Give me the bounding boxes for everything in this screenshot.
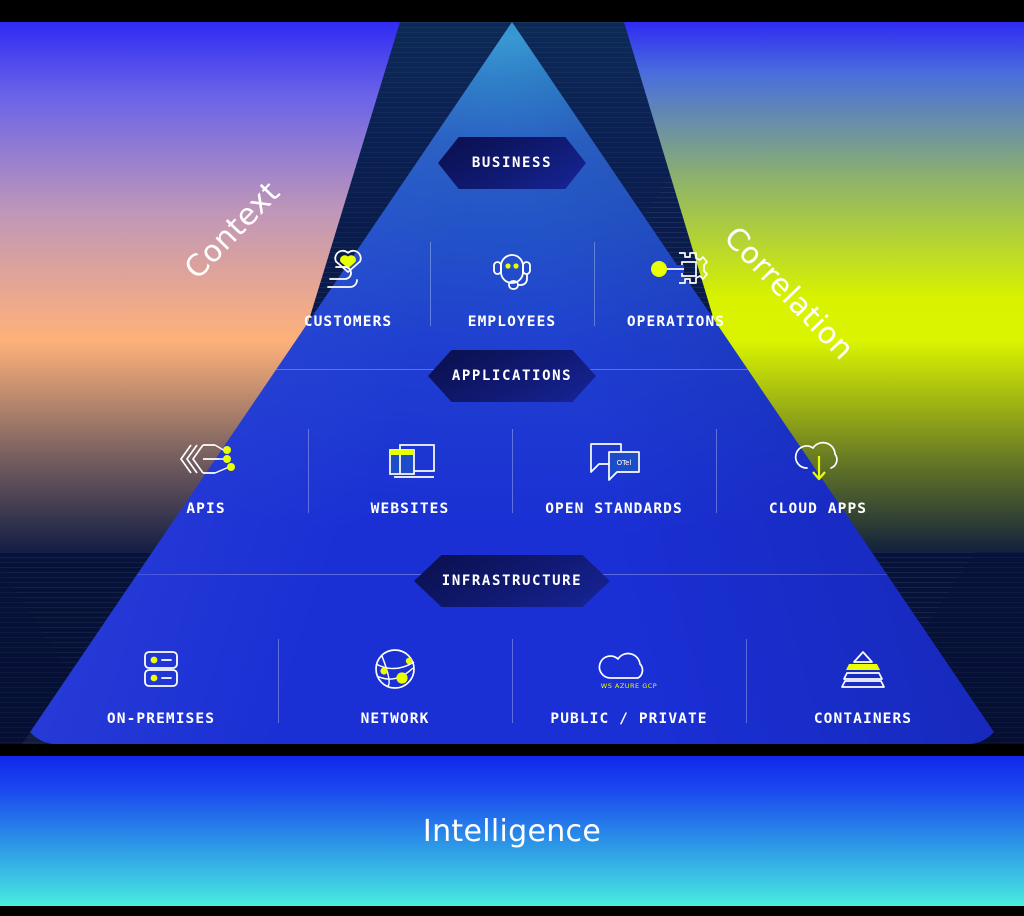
cloud-providers-icon: WS AZURE GCP [593, 637, 665, 701]
item-on-premises[interactable]: ON-PREMISES [44, 637, 278, 727]
item-label: NETWORK [360, 711, 430, 727]
stacked-layers-icon [832, 637, 894, 701]
server-rack-icon [131, 637, 191, 701]
item-label: CUSTOMERS [303, 314, 393, 330]
item-network[interactable]: NETWORK [278, 637, 512, 727]
heart-hand-icon [318, 240, 378, 304]
item-label: PUBLIC / PRIVATE [550, 711, 708, 727]
tier-badge-applications[interactable]: APPLICATIONS [428, 350, 596, 402]
cloud-download-icon [787, 427, 849, 491]
item-label: CLOUD APPS [768, 501, 868, 517]
tier-badge-infrastructure[interactable]: INFRASTRUCTURE [414, 555, 610, 607]
item-label: OPERATIONS [626, 314, 726, 330]
item-label: EMPLOYEES [467, 314, 557, 330]
item-employees[interactable]: EMPLOYEES [430, 240, 594, 330]
browser-windows-icon [378, 427, 442, 491]
api-node-icon [173, 427, 239, 491]
item-label: OPEN STANDARDS [545, 501, 683, 517]
speech-bubbles-icon: OTel [581, 427, 647, 491]
item-open-standards[interactable]: OTel OPEN STANDARDS [512, 427, 716, 517]
tier-badge-business[interactable]: BUSINESS [438, 137, 586, 189]
otel-label: OTel [617, 459, 632, 467]
item-operations[interactable]: OPERATIONS [594, 240, 758, 330]
tier-row-infrastructure: ON-PREMISES NETWORK WS AZURE GCP PUBLIC … [0, 637, 1024, 727]
globe-network-icon [365, 637, 425, 701]
pyramid-scene: Context Correlation BUSINESS CUSTOMERS E… [0, 22, 1024, 744]
intelligence-band: Intelligence [0, 756, 1024, 906]
item-containers[interactable]: CONTAINERS [746, 637, 980, 727]
item-label: CONTAINERS [813, 711, 913, 727]
item-websites[interactable]: WEBSITES [308, 427, 512, 517]
tier-row-business: CUSTOMERS EMPLOYEES OPERATIONS [0, 240, 1024, 330]
gear-cog-icon [644, 240, 708, 304]
item-apis[interactable]: APIS [104, 427, 308, 517]
item-label: WEBSITES [370, 501, 450, 517]
item-label: ON-PREMISES [106, 711, 216, 727]
item-label: APIS [186, 501, 226, 517]
item-public-private[interactable]: WS AZURE GCP PUBLIC / PRIVATE [512, 637, 746, 727]
intelligence-label: Intelligence [422, 813, 602, 849]
diagram-canvas: Context Correlation BUSINESS CUSTOMERS E… [0, 0, 1024, 916]
cloud-providers-label: WS AZURE GCP [601, 682, 657, 690]
tier-row-applications: APIS WEBSITES OTel OPEN STANDARDS CLOUD … [0, 427, 1024, 517]
headset-agent-icon [483, 240, 541, 304]
item-customers[interactable]: CUSTOMERS [266, 240, 430, 330]
item-cloud-apps[interactable]: CLOUD APPS [716, 427, 920, 517]
